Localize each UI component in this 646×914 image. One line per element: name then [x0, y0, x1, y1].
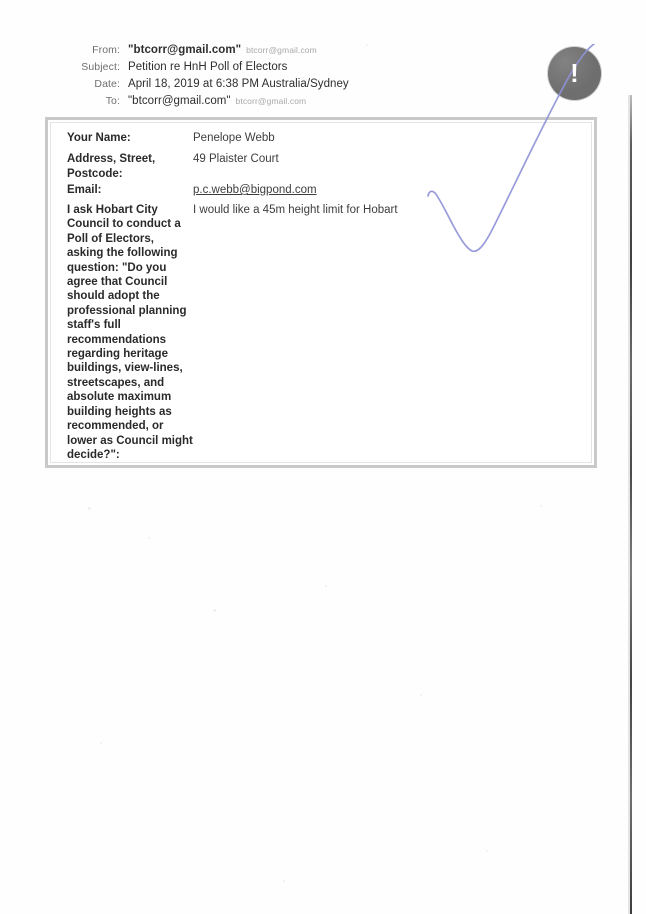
email-label-date: Date:	[94, 78, 120, 90]
email-value-date: April 18, 2019 at 6:38 PM Australia/Sydn…	[128, 78, 349, 90]
email-header-row-date: Date: April 18, 2019 at 6:38 PM Australi…	[66, 78, 486, 94]
email-label-subject: Subject:	[81, 61, 120, 73]
email-header-row-from: From: "btcorr@gmail.com" btcorr@gmail.co…	[66, 44, 486, 60]
scan-speck	[213, 609, 216, 612]
email-header: From: "btcorr@gmail.com" btcorr@gmail.co…	[66, 44, 486, 112]
scan-edge-line	[630, 95, 632, 914]
email-value-subject: Petition re HnH Poll of Electors	[128, 61, 288, 73]
exclamation-icon: !	[548, 47, 601, 100]
email-label-to: To:	[105, 95, 120, 107]
form-label-name: Your Name:	[67, 132, 131, 144]
form-row-address: Address, Street, Postcode: 49 Plaister C…	[67, 152, 567, 183]
scanned-page: From: "btcorr@gmail.com" btcorr@gmail.co…	[0, 0, 646, 914]
form-value-email[interactable]: p.c.webb@bigpond.com	[193, 183, 567, 198]
form-label-address: Address, Street, Postcode:	[67, 153, 156, 180]
form-row-email: Email: p.c.webb@bigpond.com	[67, 183, 567, 203]
email-subvalue-from: btcorr@gmail.com	[246, 45, 317, 55]
form-row-name: Your Name: Penelope Webb	[67, 131, 567, 152]
email-value-from: "btcorr@gmail.com"	[128, 44, 242, 56]
form-label-email: Email:	[67, 184, 102, 196]
scan-speck	[283, 880, 285, 882]
form-value-question-answer: I would like a 45m height limit for Hoba…	[193, 204, 398, 216]
scan-speck	[325, 585, 327, 587]
email-header-row-to: To: "btcorr@gmail.com" btcorr@gmail.com	[66, 95, 486, 111]
form-value-name: Penelope Webb	[193, 132, 275, 144]
scan-speck	[486, 850, 488, 852]
scan-speck	[88, 507, 91, 510]
exclamation-mark-glyph: !	[570, 57, 579, 88]
email-value-to: "btcorr@gmail.com"	[128, 95, 231, 107]
scan-speck	[148, 537, 150, 539]
form-row-question: I ask Hobart City Council to conduct a P…	[67, 203, 567, 462]
scan-speck	[100, 742, 102, 744]
petition-form-fields: Your Name: Penelope Webb Address, Street…	[67, 131, 567, 462]
email-header-row-subject: Subject: Petition re HnH Poll of Elector…	[66, 61, 486, 77]
scan-speck	[540, 505, 542, 507]
email-subvalue-to: btcorr@gmail.com	[235, 96, 307, 106]
form-value-address: 49 Plaister Court	[193, 153, 279, 165]
scan-speck	[420, 694, 422, 696]
email-label-from: From:	[92, 44, 120, 56]
form-label-question: I ask Hobart City Council to conduct a P…	[67, 204, 193, 461]
